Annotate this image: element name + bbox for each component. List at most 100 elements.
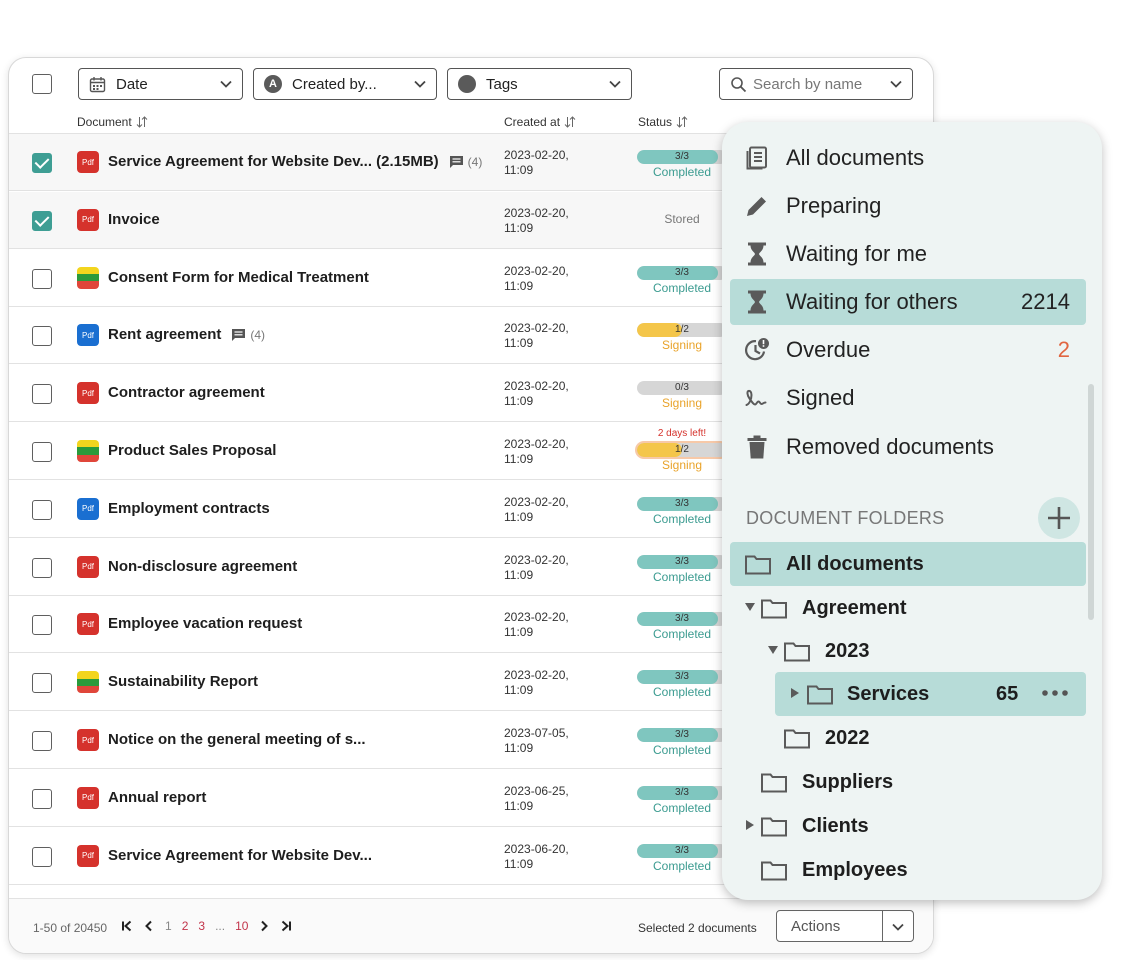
document-name[interactable]: Rent agreement (4) <box>108 326 265 343</box>
panel-scrollbar[interactable] <box>1088 384 1094 620</box>
signature-icon <box>745 389 767 406</box>
progress-value: 3/3 <box>675 151 689 162</box>
add-folder-button[interactable] <box>1038 497 1080 539</box>
more-icon[interactable] <box>1040 683 1070 703</box>
document-name[interactable]: Non-disclosure agreement <box>108 558 297 575</box>
status-cell: 1/2 Signing <box>637 443 727 472</box>
document-name[interactable]: Consent Form for Medical Treatment <box>108 269 369 286</box>
comments-indicator[interactable]: (4) <box>231 328 265 342</box>
folder-label: 2022 <box>825 727 870 749</box>
menu-item-label: Removed documents <box>786 434 994 459</box>
menu-item-waiting-for-others[interactable]: Waiting for others 2214 <box>730 279 1086 325</box>
caret-down-icon[interactable] <box>744 601 756 613</box>
row-checkbox[interactable] <box>32 731 52 751</box>
created-time: 11:09 <box>504 567 534 582</box>
folder-clients[interactable]: Clients <box>730 804 1086 848</box>
created-at-cell: 2023-02-20, 11:09 <box>504 379 594 409</box>
folder-agreement[interactable]: Agreement <box>730 586 1086 630</box>
document-name[interactable]: Employment contracts <box>108 500 270 517</box>
document-name[interactable]: Notice on the general meeting of s... <box>108 731 366 748</box>
sort-icon <box>564 116 576 128</box>
row-checkbox[interactable] <box>32 499 52 520</box>
row-checkbox[interactable] <box>32 268 52 289</box>
actions-dropdown[interactable]: Actions <box>776 910 914 942</box>
created-at-cell: 2023-07-05, 11:09 <box>504 726 594 756</box>
folder-services[interactable]: Services 65 <box>775 672 1086 716</box>
created-date: 2023-06-20, <box>504 841 569 856</box>
comment-count: (4) <box>250 327 266 342</box>
column-header-status[interactable]: Status <box>638 115 688 129</box>
menu-item-overdue[interactable]: Overdue 2 <box>730 327 1086 373</box>
document-name[interactable]: Service Agreement for Website Dev... <box>108 847 372 864</box>
created-time: 11:09 <box>504 336 534 351</box>
row-checkbox[interactable] <box>32 210 52 231</box>
created-date: 2023-02-20, <box>504 552 569 567</box>
caret-right-icon[interactable] <box>744 819 756 831</box>
page-2[interactable]: 2 <box>182 919 189 933</box>
search-input[interactable]: Search by name <box>719 68 913 100</box>
chevron-down-icon <box>220 80 232 88</box>
pdf-file-icon: Pdf <box>77 151 99 173</box>
previous-page-icon[interactable] <box>143 920 155 932</box>
folder-employees[interactable]: Employees <box>730 848 1086 892</box>
document-name[interactable]: Invoice <box>108 211 160 228</box>
folder-2022[interactable]: 2022 <box>730 716 1086 760</box>
caret-down-icon[interactable] <box>767 644 779 656</box>
row-checkbox[interactable] <box>32 673 52 694</box>
folder-2023[interactable]: 2023 <box>730 629 1086 673</box>
menu-item-waiting-for-me[interactable]: Waiting for me <box>730 231 1086 277</box>
document-name-text: Contractor agreement <box>108 384 265 402</box>
select-all-checkbox[interactable] <box>32 74 52 94</box>
row-checkbox[interactable] <box>32 788 52 809</box>
page-1[interactable]: 1 <box>165 919 172 933</box>
document-name-text: Employee vacation request <box>108 615 303 633</box>
created-time: 11:09 <box>504 509 534 524</box>
progress-bar: 3/3 <box>637 496 727 511</box>
last-page-icon[interactable] <box>280 920 292 932</box>
menu-item-preparing[interactable]: Preparing <box>730 183 1086 229</box>
progress-bar: 3/3 <box>637 785 727 800</box>
menu-item-signed[interactable]: Signed <box>730 375 1086 421</box>
comment-icon <box>232 328 246 341</box>
document-name-text: Consent Form for Medical Treatment <box>108 268 369 286</box>
page-10[interactable]: 10 <box>235 919 248 933</box>
created-date: 2023-02-20, <box>504 610 569 625</box>
column-header-document[interactable]: Document <box>77 115 148 129</box>
menu-item-all-documents[interactable]: All documents <box>730 135 1086 181</box>
column-header-created-at[interactable]: Created at <box>504 115 576 129</box>
status-cell: 3/3 Completed <box>637 265 727 295</box>
chevron-down-icon <box>892 923 904 931</box>
created-by-filter[interactable]: A Created by... <box>253 68 437 100</box>
document-name[interactable]: Sustainability Report <box>108 673 258 690</box>
row-checkbox[interactable] <box>32 615 52 636</box>
pdf-file-icon: Pdf <box>77 555 99 578</box>
document-name[interactable]: Service Agreement for Website Dev... (2.… <box>108 153 482 170</box>
caret-right-icon[interactable] <box>789 687 801 699</box>
created-at-cell: 2023-02-20, 11:09 <box>504 206 594 236</box>
document-name[interactable]: Product Sales Proposal <box>108 442 276 459</box>
date-filter[interactable]: Date <box>78 68 243 100</box>
first-page-icon[interactable] <box>121 920 133 932</box>
page-3[interactable]: 3 <box>198 919 205 933</box>
folder-label: Employees <box>802 859 908 881</box>
row-checkbox[interactable] <box>32 153 52 173</box>
chevron-down-icon <box>414 80 426 88</box>
row-checkbox[interactable] <box>32 557 52 578</box>
tags-filter[interactable]: Tags <box>447 68 632 100</box>
document-name[interactable]: Employee vacation request <box>108 615 302 632</box>
tags-filter-label: Tags <box>486 75 518 93</box>
row-checkbox[interactable] <box>32 442 52 462</box>
comments-indicator[interactable]: (4) <box>449 155 482 169</box>
folder-all-documents[interactable]: All documents <box>730 542 1086 586</box>
folder-suppliers[interactable]: Suppliers <box>730 760 1086 804</box>
row-checkbox[interactable] <box>32 384 52 405</box>
document-name[interactable]: Annual report <box>108 789 206 806</box>
next-page-icon[interactable] <box>258 920 270 932</box>
created-date: 2023-02-20, <box>504 494 569 509</box>
row-checkbox[interactable] <box>32 846 52 867</box>
menu-item-removed-documents[interactable]: Removed documents <box>730 424 1086 470</box>
progress-value: 1/2 <box>675 444 689 455</box>
document-name[interactable]: Contractor agreement <box>108 384 265 401</box>
progress-bar: 3/3 <box>637 612 727 627</box>
row-checkbox[interactable] <box>32 326 52 347</box>
